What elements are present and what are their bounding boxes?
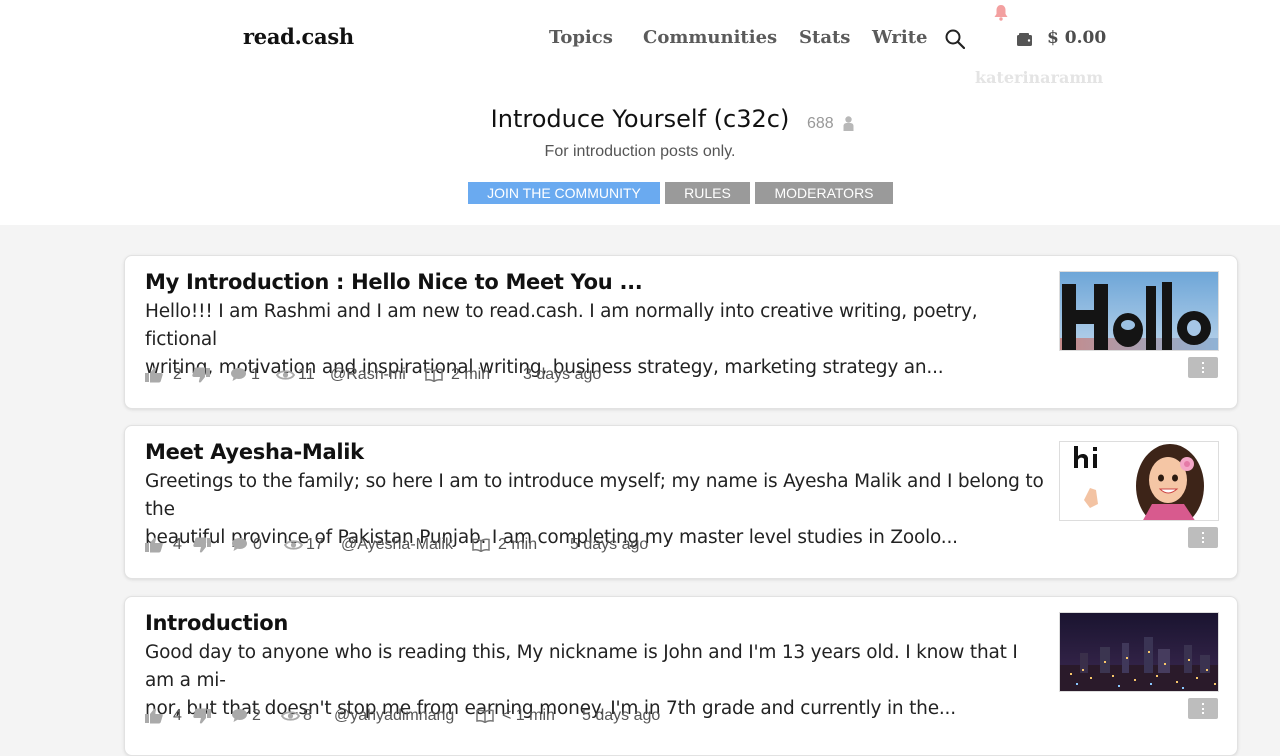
thumbs-up-icon[interactable]: [145, 367, 163, 383]
username[interactable]: katerinaramm: [975, 68, 1103, 87]
read-time: 2 min: [498, 536, 538, 553]
post-excerpt-line: Hello!!! I am Rashmi and I am new to rea…: [145, 301, 978, 350]
comment-count: 1: [251, 366, 260, 383]
wallet-icon[interactable]: [1017, 33, 1033, 46]
view-count: 17: [306, 536, 324, 553]
post-card[interactable]: My Introduction : Hello Nice to Meet You…: [124, 255, 1238, 409]
view-count: 11: [298, 366, 315, 383]
read-time: < 1 min: [502, 707, 555, 724]
post-author[interactable]: @Rash-mi: [330, 363, 406, 387]
wallet-balance[interactable]: $ 0.00: [1047, 28, 1106, 48]
read-time: 2 min: [451, 366, 491, 383]
post-excerpt-line: Greetings to the family; so here I am to…: [145, 471, 1044, 520]
nav-write[interactable]: Write: [872, 27, 928, 48]
moderators-button[interactable]: MODERATORS: [755, 182, 893, 204]
views-eye-icon: [276, 370, 295, 380]
post-age: 5 days ago: [570, 536, 649, 553]
post-thumbnail-city-night-image[interactable]: [1059, 612, 1219, 692]
post-title[interactable]: Meet Ayesha-Malik: [145, 440, 364, 464]
more-options-button[interactable]: [1188, 527, 1218, 548]
comment-count: 2: [252, 707, 261, 724]
read-time-book-icon: [472, 538, 490, 552]
comment-icon[interactable]: [231, 537, 248, 552]
post-thumbnail-hi-cartoon-image[interactable]: [1059, 441, 1219, 521]
views-eye-icon: [281, 711, 300, 721]
nav-topics[interactable]: Topics: [549, 27, 613, 48]
read-time-book-icon: [476, 709, 494, 723]
read-time-book-icon: [425, 368, 443, 382]
post-age: 5 days ago: [582, 707, 661, 724]
comment-icon[interactable]: [230, 367, 247, 382]
post-age: 3 days ago: [523, 366, 602, 383]
like-count: 4: [173, 536, 182, 553]
join-community-button[interactable]: JOIN THE COMMUNITY: [468, 182, 660, 204]
post-title[interactable]: My Introduction : Hello Nice to Meet You…: [145, 270, 643, 294]
post-title[interactable]: Introduction: [145, 611, 288, 635]
header: read.cash Topics Communities Stats Write…: [0, 0, 1280, 225]
nav-stats[interactable]: Stats: [799, 27, 850, 48]
views-eye-icon: [284, 540, 303, 550]
thumbs-down-icon[interactable]: [193, 708, 211, 724]
thumbs-up-icon[interactable]: [145, 708, 163, 724]
user-icon: [843, 116, 854, 131]
like-count: 2: [173, 366, 182, 383]
post-card[interactable]: Meet Ayesha-Malik Greetings to the famil…: [124, 425, 1238, 579]
view-count: 8: [303, 707, 312, 724]
post-excerpt-line: Good day to anyone who is reading this, …: [145, 642, 1018, 691]
thumbs-up-icon[interactable]: [145, 537, 163, 553]
post-author[interactable]: @yahyadimnang: [334, 704, 454, 728]
like-count: 4: [173, 707, 182, 724]
search-icon[interactable]: [945, 29, 965, 49]
more-options-button[interactable]: [1188, 698, 1218, 719]
more-options-button[interactable]: [1188, 357, 1218, 378]
thumbs-down-icon[interactable]: [192, 367, 210, 383]
site-logo[interactable]: read.cash: [243, 24, 354, 49]
member-count: 688: [807, 115, 834, 132]
comment-count: 0: [253, 536, 262, 553]
rules-button[interactable]: RULES: [665, 182, 750, 204]
post-author[interactable]: @Ayesha-Malik: [341, 533, 453, 557]
community-header: Introduce Yourself (c32c): [0, 105, 1280, 133]
thumbs-down-icon[interactable]: [193, 537, 211, 553]
notification-bell-icon[interactable]: [993, 4, 1009, 21]
post-thumbnail-hello-image[interactable]: [1059, 271, 1219, 351]
community-title: Introduce Yourself (c32c): [490, 105, 790, 133]
post-card[interactable]: Introduction Good day to anyone who is r…: [124, 596, 1238, 756]
community-description: For introduction posts only.: [544, 143, 736, 160]
comment-icon[interactable]: [231, 708, 248, 723]
nav-communities[interactable]: Communities: [643, 27, 777, 48]
